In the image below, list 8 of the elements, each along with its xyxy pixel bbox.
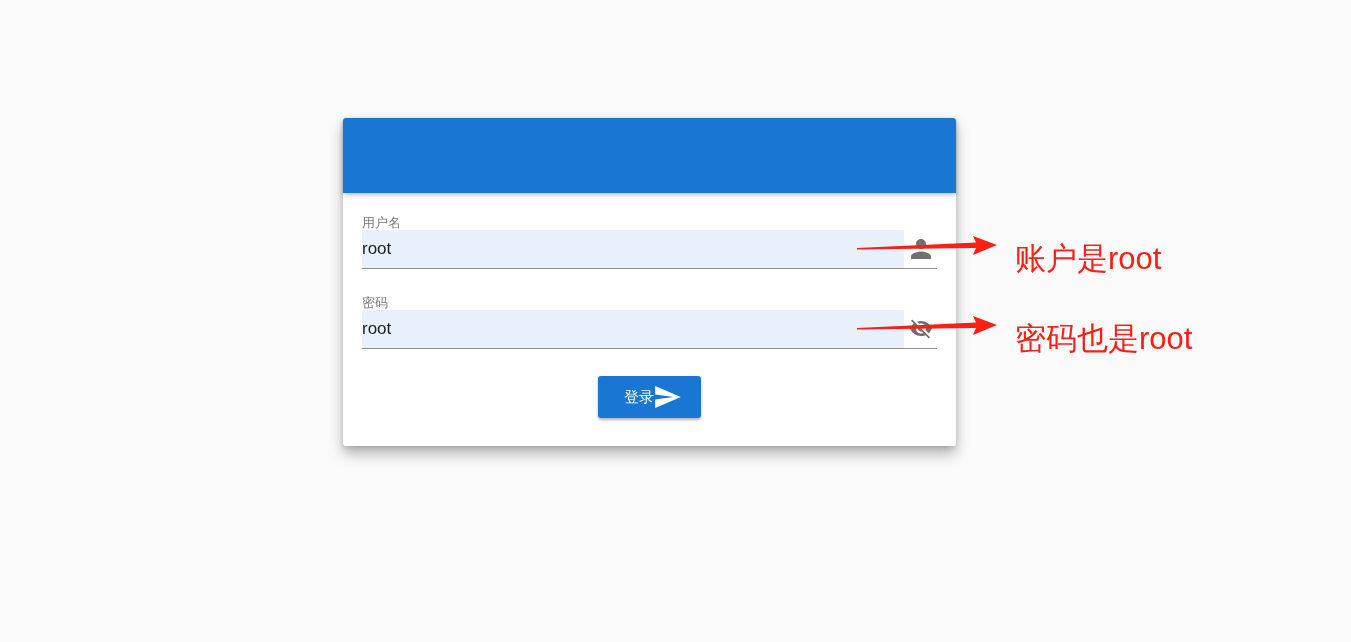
field-label: 密码 [362,296,388,310]
password-field[interactable]: root [362,310,904,348]
username-field[interactable]: root [362,230,904,268]
annotation-text: 账户是root [1015,240,1162,278]
send-icon [655,386,681,408]
annotation-text: 密码也是root [1015,320,1193,358]
login-button[interactable]: 登录 [598,376,701,418]
field-label: 用户名 [362,216,401,230]
